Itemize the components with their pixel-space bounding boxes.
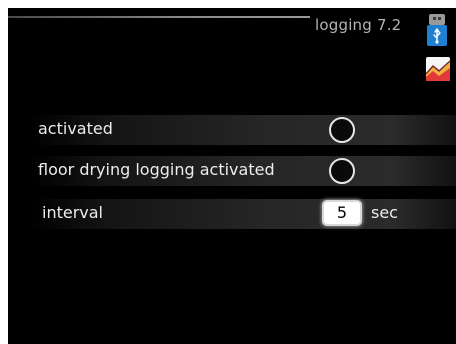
interval-value-field[interactable]: 5 [322, 200, 362, 226]
usb-icon [427, 14, 447, 46]
setting-label-interval: interval [42, 203, 103, 222]
activated-radio[interactable] [329, 117, 355, 143]
setting-label-activated: activated [38, 119, 113, 138]
graph-icon [425, 57, 451, 81]
interval-unit: sec [371, 203, 398, 222]
floor-drying-radio[interactable] [329, 158, 355, 184]
screen: logging 7.2 activated floor drying loggi… [8, 8, 456, 344]
page-title: logging 7.2 [315, 16, 402, 34]
setting-label-floor-drying: floor drying logging activated [38, 160, 275, 179]
setting-row-activated[interactable]: activated [30, 115, 456, 145]
header-divider [8, 16, 310, 18]
setting-row-floor-drying[interactable]: floor drying logging activated [30, 156, 456, 186]
setting-row-interval[interactable]: interval 5 sec [30, 199, 456, 229]
